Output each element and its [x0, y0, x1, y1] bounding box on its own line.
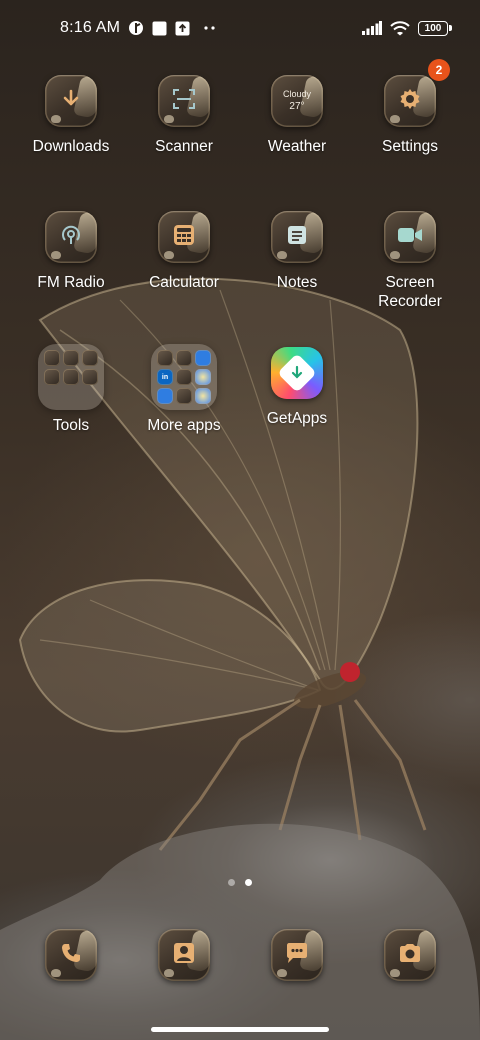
app-label-settings: Settings [381, 138, 438, 155]
upload-notification-icon [175, 21, 190, 36]
page-dot[interactable] [228, 879, 235, 886]
notes-icon [286, 224, 308, 251]
status-bar: 8:16 AM 100 [0, 0, 480, 56]
downloads-tile[interactable] [45, 75, 97, 127]
app-label-downloads: Downloads [32, 138, 110, 155]
messages-icon [285, 942, 309, 969]
page-dot-active[interactable] [245, 879, 252, 886]
camera-tile[interactable] [384, 929, 436, 981]
app-fm-radio[interactable]: FM Radio [15, 211, 127, 292]
mini-app-icon [82, 369, 98, 385]
app-label-getapps: GetApps [266, 410, 328, 427]
tidal-icon [128, 20, 144, 36]
weather-tile[interactable]: Cloudy 27° [271, 75, 323, 127]
app-calculator[interactable]: Calculator [128, 211, 240, 292]
mini-app-icon [195, 350, 211, 366]
app-label-screen-recorder: Screen Recorder [378, 274, 442, 310]
signal-icon [362, 21, 382, 35]
weather-temperature: 27° [289, 101, 305, 112]
mini-app-icon [82, 350, 98, 366]
video-camera-icon [397, 226, 423, 249]
download-icon [60, 88, 82, 115]
app-getapps[interactable]: GetApps [241, 347, 353, 428]
app-label-tools: Tools [52, 417, 90, 434]
calculator-tile[interactable] [158, 211, 210, 263]
dock-camera[interactable] [354, 929, 466, 981]
gear-icon [398, 87, 422, 116]
app-label-calculator: Calculator [149, 274, 219, 291]
status-time: 8:16 AM [60, 19, 121, 36]
app-weather[interactable]: Cloudy 27° Weather [241, 75, 353, 156]
app-label-scanner: Scanner [155, 138, 213, 155]
mini-app-icon [63, 369, 79, 385]
scanner-tile[interactable] [158, 75, 210, 127]
contacts-icon [173, 942, 195, 969]
scanner-icon [172, 88, 196, 115]
linkedin-icon: in [157, 369, 173, 385]
getapps-icon [277, 353, 317, 393]
folder-tools[interactable]: Tools [15, 344, 127, 435]
phone-tile[interactable] [45, 929, 97, 981]
app-label-notes: Notes [276, 274, 318, 291]
contacts-tile[interactable] [158, 929, 210, 981]
app-label-more-apps: More apps [147, 417, 221, 434]
wifi-icon [390, 20, 410, 36]
mini-app-icon [44, 369, 60, 385]
mini-app-icon [195, 388, 211, 404]
folder-tools-grid[interactable] [38, 344, 104, 410]
app-scanner[interactable]: Scanner [128, 75, 240, 156]
app-label-fm-radio: FM Radio [37, 274, 105, 291]
folder-more-apps-grid[interactable]: in [151, 344, 217, 410]
dock-contacts[interactable] [128, 929, 240, 981]
app-settings[interactable]: 2 Settings [354, 59, 466, 156]
page-indicator [0, 879, 480, 886]
battery-level: 100 [424, 22, 442, 34]
mini-app-icon [63, 350, 79, 366]
settings-tile[interactable] [384, 75, 436, 127]
mini-app-icon [157, 350, 173, 366]
dock-phone[interactable] [15, 929, 127, 981]
notification-badge: 2 [428, 59, 450, 81]
app-label-weather: Weather [267, 138, 327, 155]
fm-radio-tile[interactable] [45, 211, 97, 263]
mini-app-icon [157, 388, 173, 404]
messages-tile[interactable] [271, 929, 323, 981]
calculator-icon [173, 224, 195, 251]
more-dots-icon [204, 26, 218, 30]
app-screen-recorder[interactable]: Screen Recorder [354, 211, 466, 311]
mini-app-icon [44, 350, 60, 366]
mini-app-icon [176, 388, 192, 404]
gesture-navigation-bar[interactable] [151, 1027, 329, 1032]
notes-tile[interactable] [271, 211, 323, 263]
mini-app-icon [195, 369, 211, 385]
square-notification-icon [152, 21, 167, 36]
app-notes[interactable]: Notes [241, 211, 353, 292]
mini-app-icon [176, 350, 192, 366]
app-downloads[interactable]: Downloads [15, 75, 127, 156]
screen-recorder-tile[interactable] [384, 211, 436, 263]
battery-icon: 100 [418, 20, 452, 36]
dock-messages[interactable] [241, 929, 353, 981]
phone-icon [60, 942, 82, 969]
radio-icon [59, 223, 83, 252]
camera-icon [398, 943, 422, 968]
mini-app-icon [176, 369, 192, 385]
weather-icon: Cloudy 27° [283, 90, 311, 112]
getapps-tile[interactable] [271, 347, 323, 399]
folder-more-apps[interactable]: in More apps [128, 344, 240, 435]
weather-condition: Cloudy [282, 89, 311, 99]
